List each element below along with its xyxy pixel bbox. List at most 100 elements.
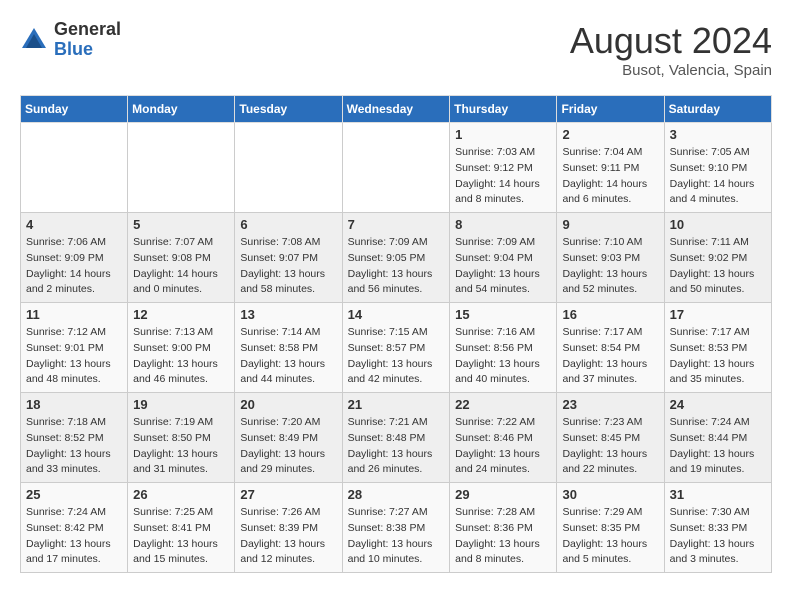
- day-number: 9: [562, 217, 658, 232]
- day-number: 27: [240, 487, 336, 502]
- day-number: 18: [26, 397, 122, 412]
- day-info: Sunrise: 7:20 AM Sunset: 8:49 PM Dayligh…: [240, 415, 336, 478]
- table-row: [128, 123, 235, 213]
- table-row: 9 Sunrise: 7:10 AM Sunset: 9:03 PM Daylig…: [557, 213, 664, 303]
- table-row: 10 Sunrise: 7:11 AM Sunset: 9:02 PM Dayli…: [664, 213, 771, 303]
- table-row: 23 Sunrise: 7:23 AM Sunset: 8:45 PM Dayli…: [557, 393, 664, 483]
- day-number: 2: [562, 127, 658, 142]
- day-number: 1: [455, 127, 551, 142]
- day-number: 10: [670, 217, 766, 232]
- calendar-week-row: 4 Sunrise: 7:06 AM Sunset: 9:09 PM Daylig…: [21, 213, 772, 303]
- logo-blue: Blue: [54, 40, 121, 60]
- day-info: Sunrise: 7:14 AM Sunset: 8:58 PM Dayligh…: [240, 325, 336, 388]
- location: Busot, Valencia, Spain: [570, 62, 772, 79]
- table-row: 27Sunrise: 7:26 AM Sunset: 8:39 PM Dayli…: [235, 483, 342, 573]
- day-number: 23: [562, 397, 658, 412]
- day-info: Sunrise: 7:05 AM Sunset: 9:10 PM Dayligh…: [670, 145, 766, 208]
- day-info: Sunrise: 7:19 AM Sunset: 8:50 PM Dayligh…: [133, 415, 229, 478]
- calendar-week-row: 1 Sunrise: 7:03 AM Sunset: 9:12 PM Daylig…: [21, 123, 772, 213]
- table-row: 6Sunrise: 7:08 AM Sunset: 9:07 PM Daylig…: [235, 213, 342, 303]
- table-row: 13 Sunrise: 7:14 AM Sunset: 8:58 PM Dayli…: [235, 303, 342, 393]
- table-row: 21 Sunrise: 7:21 AM Sunset: 8:48 PM Dayli…: [342, 393, 450, 483]
- day-info: Sunrise: 7:27 AM Sunset: 8:38 PM Dayligh…: [348, 505, 445, 568]
- table-row: 24 Sunrise: 7:24 AM Sunset: 8:44 PM Dayli…: [664, 393, 771, 483]
- day-info: Sunrise: 7:30 AM Sunset: 8:33 PM Dayligh…: [670, 505, 766, 568]
- day-info: Sunrise: 7:03 AM Sunset: 9:12 PM Dayligh…: [455, 145, 551, 208]
- table-row: 15Sunrise: 7:16 AM Sunset: 8:56 PM Dayli…: [450, 303, 557, 393]
- day-number: 21: [348, 397, 445, 412]
- col-monday: Monday: [128, 96, 235, 123]
- table-row: 22Sunrise: 7:22 AM Sunset: 8:46 PM Dayli…: [450, 393, 557, 483]
- day-info: Sunrise: 7:18 AM Sunset: 8:52 PM Dayligh…: [26, 415, 122, 478]
- day-number: 8: [455, 217, 551, 232]
- day-info: Sunrise: 7:09 AM Sunset: 9:05 PM Dayligh…: [348, 235, 445, 298]
- day-info: Sunrise: 7:17 AM Sunset: 8:53 PM Dayligh…: [670, 325, 766, 388]
- day-info: Sunrise: 7:11 AM Sunset: 9:02 PM Dayligh…: [670, 235, 766, 298]
- day-info: Sunrise: 7:06 AM Sunset: 9:09 PM Dayligh…: [26, 235, 122, 298]
- day-info: Sunrise: 7:22 AM Sunset: 8:46 PM Dayligh…: [455, 415, 551, 478]
- logo-icon: [20, 26, 48, 54]
- day-info: Sunrise: 7:10 AM Sunset: 9:03 PM Dayligh…: [562, 235, 658, 298]
- col-sunday: Sunday: [21, 96, 128, 123]
- day-info: Sunrise: 7:13 AM Sunset: 9:00 PM Dayligh…: [133, 325, 229, 388]
- table-row: 3 Sunrise: 7:05 AM Sunset: 9:10 PM Daylig…: [664, 123, 771, 213]
- day-number: 24: [670, 397, 766, 412]
- day-number: 26: [133, 487, 229, 502]
- table-row: 8 Sunrise: 7:09 AM Sunset: 9:04 PM Daylig…: [450, 213, 557, 303]
- day-info: Sunrise: 7:24 AM Sunset: 8:42 PM Dayligh…: [26, 505, 122, 568]
- day-number: 30: [562, 487, 658, 502]
- day-number: 7: [348, 217, 445, 232]
- day-info: Sunrise: 7:17 AM Sunset: 8:54 PM Dayligh…: [562, 325, 658, 388]
- table-row: 29 Sunrise: 7:28 AM Sunset: 8:36 PM Dayli…: [450, 483, 557, 573]
- day-number: 16: [562, 307, 658, 322]
- col-friday: Friday: [557, 96, 664, 123]
- day-number: 3: [670, 127, 766, 142]
- table-row: [342, 123, 450, 213]
- day-number: 29: [455, 487, 551, 502]
- day-number: 25: [26, 487, 122, 502]
- day-info: Sunrise: 7:25 AM Sunset: 8:41 PM Dayligh…: [133, 505, 229, 568]
- table-row: [21, 123, 128, 213]
- table-row: 5 Sunrise: 7:07 AM Sunset: 9:08 PM Daylig…: [128, 213, 235, 303]
- table-row: 26 Sunrise: 7:25 AM Sunset: 8:41 PM Dayli…: [128, 483, 235, 573]
- day-info: Sunrise: 7:07 AM Sunset: 9:08 PM Dayligh…: [133, 235, 229, 298]
- table-row: 30 Sunrise: 7:29 AM Sunset: 8:35 PM Dayli…: [557, 483, 664, 573]
- table-row: 2 Sunrise: 7:04 AM Sunset: 9:11 PM Daylig…: [557, 123, 664, 213]
- table-row: 12Sunrise: 7:13 AM Sunset: 9:00 PM Dayli…: [128, 303, 235, 393]
- day-info: Sunrise: 7:21 AM Sunset: 8:48 PM Dayligh…: [348, 415, 445, 478]
- table-row: 17 Sunrise: 7:17 AM Sunset: 8:53 PM Dayli…: [664, 303, 771, 393]
- day-info: Sunrise: 7:09 AM Sunset: 9:04 PM Dayligh…: [455, 235, 551, 298]
- table-row: 14Sunrise: 7:15 AM Sunset: 8:57 PM Dayli…: [342, 303, 450, 393]
- logo-text: General Blue: [54, 20, 121, 60]
- table-row: 28 Sunrise: 7:27 AM Sunset: 8:38 PM Dayli…: [342, 483, 450, 573]
- table-row: 31Sunrise: 7:30 AM Sunset: 8:33 PM Dayli…: [664, 483, 771, 573]
- day-info: Sunrise: 7:29 AM Sunset: 8:35 PM Dayligh…: [562, 505, 658, 568]
- day-number: 19: [133, 397, 229, 412]
- day-number: 13: [240, 307, 336, 322]
- day-number: 11: [26, 307, 122, 322]
- day-info: Sunrise: 7:24 AM Sunset: 8:44 PM Dayligh…: [670, 415, 766, 478]
- title-block: August 2024 Busot, Valencia, Spain: [570, 20, 772, 79]
- day-number: 4: [26, 217, 122, 232]
- table-row: 19 Sunrise: 7:19 AM Sunset: 8:50 PM Dayli…: [128, 393, 235, 483]
- day-info: Sunrise: 7:12 AM Sunset: 9:01 PM Dayligh…: [26, 325, 122, 388]
- day-info: Sunrise: 7:04 AM Sunset: 9:11 PM Dayligh…: [562, 145, 658, 208]
- table-row: 20Sunrise: 7:20 AM Sunset: 8:49 PM Dayli…: [235, 393, 342, 483]
- day-number: 28: [348, 487, 445, 502]
- calendar-week-row: 11 Sunrise: 7:12 AM Sunset: 9:01 PM Dayli…: [21, 303, 772, 393]
- day-number: 5: [133, 217, 229, 232]
- day-number: 17: [670, 307, 766, 322]
- day-info: Sunrise: 7:23 AM Sunset: 8:45 PM Dayligh…: [562, 415, 658, 478]
- day-info: Sunrise: 7:16 AM Sunset: 8:56 PM Dayligh…: [455, 325, 551, 388]
- logo: General Blue: [20, 20, 121, 60]
- calendar-week-row: 18 Sunrise: 7:18 AM Sunset: 8:52 PM Dayli…: [21, 393, 772, 483]
- table-row: 25 Sunrise: 7:24 AM Sunset: 8:42 PM Dayli…: [21, 483, 128, 573]
- table-row: 4 Sunrise: 7:06 AM Sunset: 9:09 PM Daylig…: [21, 213, 128, 303]
- col-wednesday: Wednesday: [342, 96, 450, 123]
- calendar-week-row: 25 Sunrise: 7:24 AM Sunset: 8:42 PM Dayli…: [21, 483, 772, 573]
- col-saturday: Saturday: [664, 96, 771, 123]
- logo-general: General: [54, 20, 121, 40]
- day-info: Sunrise: 7:28 AM Sunset: 8:36 PM Dayligh…: [455, 505, 551, 568]
- col-thursday: Thursday: [450, 96, 557, 123]
- col-tuesday: Tuesday: [235, 96, 342, 123]
